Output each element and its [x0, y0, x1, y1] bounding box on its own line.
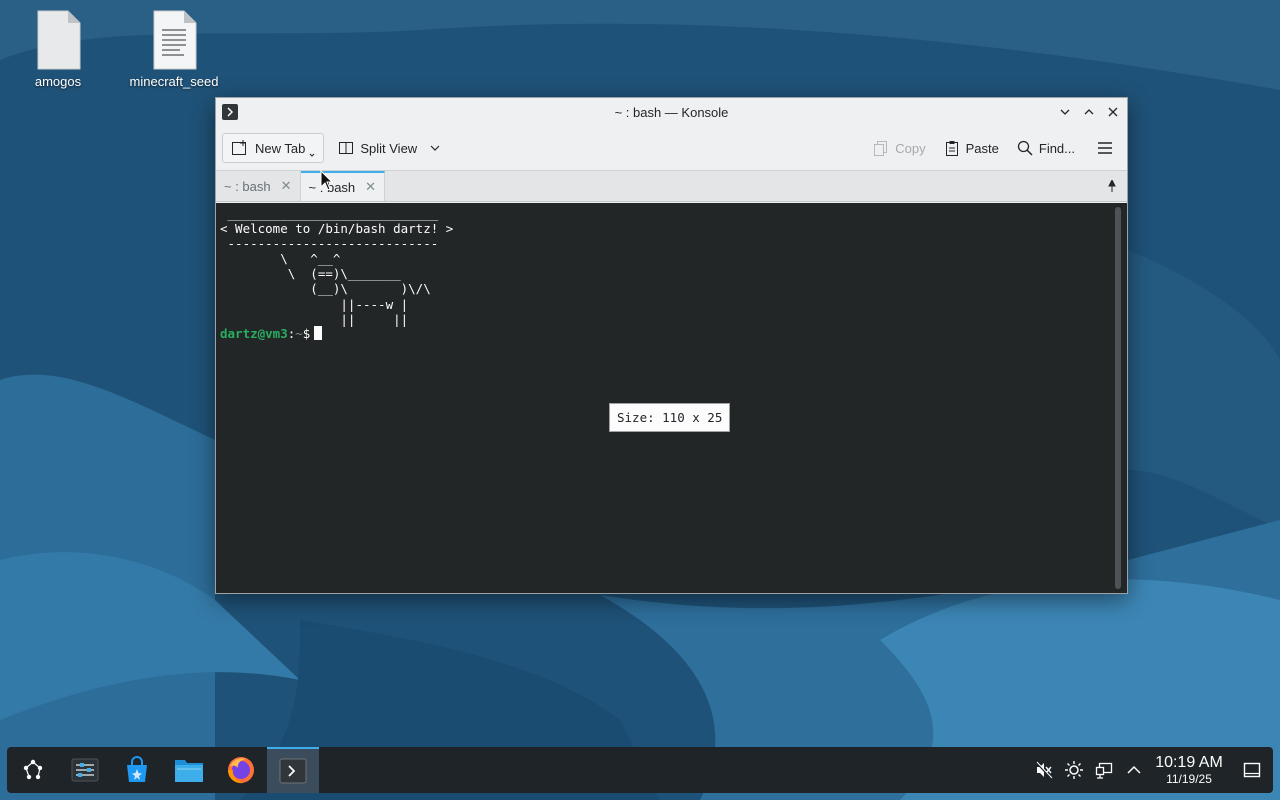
tab-label: ~ : bash — [224, 178, 271, 194]
chevron-up-icon — [1084, 109, 1094, 115]
terminal-scrollbar[interactable] — [1115, 207, 1121, 589]
search-icon — [1017, 140, 1033, 156]
size-tooltip: Size: 110 x 25 — [609, 403, 731, 432]
show-desktop-icon — [1243, 762, 1261, 778]
copy-button[interactable]: Copy — [865, 133, 933, 163]
discover-store-icon — [127, 756, 147, 782]
chevron-down-icon — [1060, 109, 1070, 115]
discover-store-button[interactable] — [111, 747, 163, 793]
network-button[interactable] — [1089, 747, 1119, 793]
prompt-symbol: $ — [302, 326, 311, 341]
taskbar-panel: 10:19 AM 11/19/25 — [7, 747, 1273, 793]
desktop-file-label: minecraft_seed — [129, 74, 219, 89]
window-title: ~ : bash — Konsole — [614, 104, 729, 120]
chevron-up-icon — [1127, 765, 1141, 774]
new-tab-button[interactable]: New Tab — [222, 133, 325, 163]
terminal-prompt: dartz@vm3:~$ — [220, 326, 323, 341]
terminal-banner: ____________________________ < Welcome t… — [220, 206, 454, 327]
close-tab-icon[interactable]: ✕ — [281, 178, 292, 194]
minimize-button[interactable] — [1055, 102, 1075, 122]
paste-button[interactable]: Paste — [936, 133, 1007, 163]
copy-icon — [874, 141, 888, 156]
new-tab-icon — [232, 140, 246, 155]
tab-bash-2[interactable]: ~ : bash ✕ — [300, 171, 386, 201]
text-file-icon — [153, 10, 197, 70]
paste-label: Paste — [965, 140, 999, 156]
system-settings-icon — [71, 758, 99, 782]
desktop-file-label: amogos — [34, 74, 82, 89]
application-launcher-icon — [23, 759, 43, 780]
dolphin-file-manager-icon — [175, 760, 203, 782]
split-view-icon — [339, 142, 354, 154]
digital-clock[interactable]: 10:19 AM 11/19/25 — [1149, 754, 1229, 786]
clock-time: 10:19 AM — [1155, 754, 1223, 771]
network-icon — [1095, 762, 1113, 779]
show-desktop-button[interactable] — [1237, 747, 1267, 793]
maximize-button[interactable] — [1079, 102, 1099, 122]
main-toolbar: New Tab Split View Copy Paste Find... — [216, 126, 1127, 170]
close-tab-icon[interactable]: ✕ — [365, 179, 376, 195]
brightness-button[interactable] — [1059, 747, 1089, 793]
volume-muted-button[interactable] — [1029, 747, 1059, 793]
hamburger-menu-icon — [1098, 142, 1112, 154]
system-settings-button[interactable] — [59, 747, 111, 793]
mouse-pointer-icon — [320, 170, 334, 191]
tab-bar: ~ : bash ✕ ~ : bash ✕ — [216, 170, 1127, 202]
volume-muted-icon — [1035, 761, 1053, 779]
close-icon — [1108, 107, 1118, 117]
chevron-down-icon — [309, 153, 315, 157]
find-button[interactable]: Find... — [1009, 133, 1083, 163]
clock-date: 11/19/25 — [1166, 772, 1212, 786]
new-tab-label: New Tab — [255, 140, 306, 156]
brightness-icon — [1065, 761, 1083, 779]
blank-file-icon — [37, 10, 81, 70]
tray-expand-button[interactable] — [1119, 747, 1149, 793]
close-window-button[interactable] — [1103, 102, 1123, 122]
split-view-button[interactable]: Split View — [330, 133, 449, 163]
copy-label: Copy — [895, 140, 926, 156]
firefox-button[interactable] — [215, 747, 267, 793]
konsole-icon — [279, 758, 307, 784]
konsole-window: ~ : bash — Konsole New Tab Split View Co… — [215, 97, 1128, 594]
window-titlebar[interactable]: ~ : bash — Konsole — [216, 98, 1127, 126]
tab-bash-1[interactable]: ~ : bash ✕ — [216, 171, 301, 201]
text-cursor — [314, 326, 323, 340]
find-label: Find... — [1038, 140, 1075, 156]
paste-icon — [945, 141, 958, 156]
desktop-file-amogos[interactable]: amogos — [8, 10, 108, 89]
terminal-view[interactable]: ____________________________ < Welcome t… — [216, 203, 1127, 593]
system-tray: 10:19 AM 11/19/25 — [1029, 747, 1273, 793]
hamburger-menu-button[interactable] — [1089, 133, 1121, 163]
prompt-path: ~ — [295, 326, 303, 341]
prompt-user: dartz@vm3 — [220, 326, 288, 341]
dolphin-file-manager-button[interactable] — [163, 747, 215, 793]
application-launcher-button[interactable] — [7, 747, 59, 793]
konsole-app-icon[interactable] — [222, 104, 238, 120]
desktop-file-minecraft-seed[interactable]: minecraft_seed — [124, 10, 224, 89]
chevron-down-icon — [430, 145, 440, 151]
firefox-icon — [228, 757, 254, 784]
split-view-label: Split View — [360, 140, 418, 156]
pin-icon[interactable] — [1107, 180, 1117, 192]
konsole-task-button[interactable] — [267, 747, 319, 793]
